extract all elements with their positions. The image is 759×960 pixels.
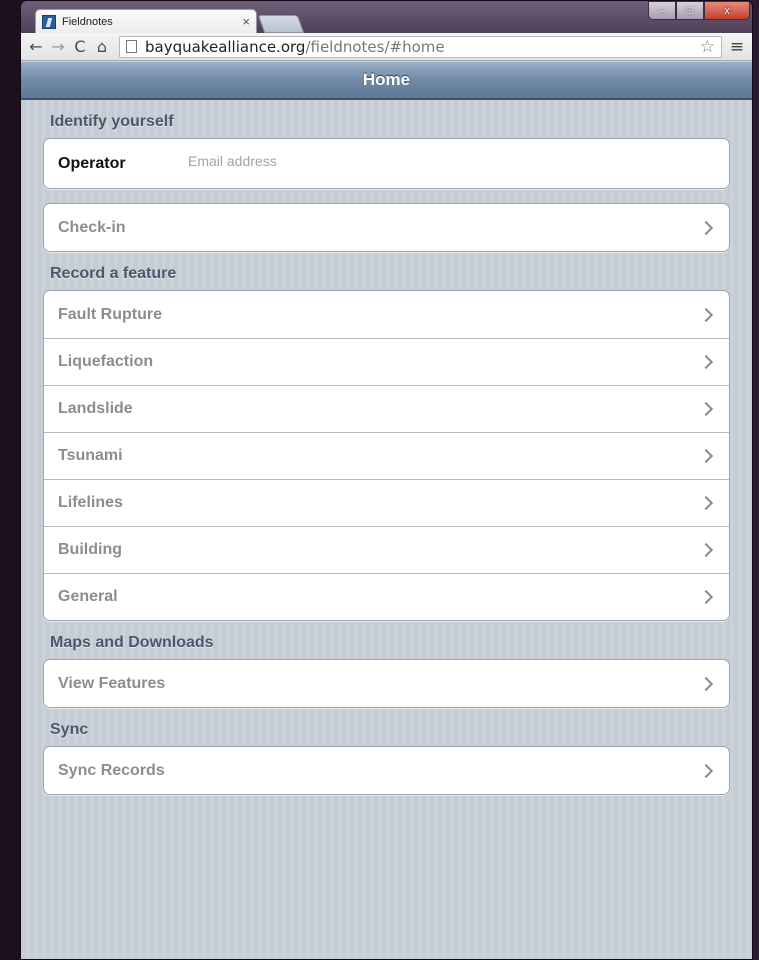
browser-tab[interactable]: Fieldnotes × (35, 9, 257, 33)
operator-row: Operator (44, 139, 729, 188)
chevron-right-icon (698, 307, 714, 322)
page-content: Identify yourself Operator Check-in Reco… (21, 100, 752, 959)
checkin-label: Check-in (58, 218, 126, 236)
checkin-list: Check-in (43, 203, 730, 252)
list-item-general[interactable]: General (44, 573, 729, 620)
email-field[interactable] (188, 152, 715, 169)
minimize-button[interactable]: – (648, 1, 676, 20)
section-record-heading: Record a feature (50, 265, 177, 282)
list-item-label: Sync Records (58, 761, 165, 779)
bookmark-star-icon[interactable]: ☆ (700, 37, 715, 57)
list-item-label: Fault Rupture (58, 305, 162, 323)
browser-toolbar: ← → C ⌂ bayquakealliance.org/fieldnotes/… (21, 33, 752, 61)
tab-title: Fieldnotes (62, 15, 113, 28)
close-window-button[interactable]: x (704, 1, 750, 20)
list-item-view-features[interactable]: View Features (44, 660, 729, 707)
operator-form: Operator (43, 138, 730, 189)
section-sync-heading: Sync (50, 721, 89, 738)
list-item-label: Building (58, 541, 122, 558)
menu-icon[interactable]: ≡ (726, 37, 748, 57)
list-item-label: Lifelines (58, 494, 123, 511)
window-controls: – □ x (648, 1, 750, 20)
record-feature-list: Fault Rupture Liquefaction Landslide Tsu… (43, 290, 730, 621)
list-item-liquefaction[interactable]: Liquefaction (44, 338, 729, 385)
chevron-right-icon (698, 542, 714, 558)
page-header: Home (21, 61, 752, 99)
browser-window: Fieldnotes × – □ x ← → C ⌂ bayquakeallia… (20, 0, 753, 960)
chevron-right-icon (698, 676, 714, 691)
chevron-right-icon (698, 495, 714, 511)
url-host: bayquakealliance.org (145, 37, 306, 56)
back-arrow-icon[interactable]: ← (25, 37, 47, 56)
list-item-lifelines[interactable]: Lifelines (44, 479, 729, 526)
chevron-right-icon (698, 354, 714, 370)
list-item-fault-rupture[interactable]: Fault Rupture (44, 291, 729, 338)
reload-icon[interactable]: C (69, 37, 91, 56)
list-item-label: Landslide (58, 400, 133, 417)
chevron-right-icon (698, 220, 714, 235)
chevron-right-icon (698, 763, 714, 778)
chevron-right-icon (698, 401, 714, 417)
list-item-landslide[interactable]: Landslide (44, 385, 729, 432)
checkin-button[interactable]: Check-in (44, 204, 729, 251)
new-tab-button[interactable] (257, 15, 305, 33)
address-bar[interactable]: bayquakealliance.org/fieldnotes/#home ☆ (119, 35, 722, 58)
section-identify-heading: Identify yourself (50, 113, 174, 130)
maps-list: View Features (43, 659, 730, 708)
tab-close-icon[interactable]: × (242, 14, 250, 29)
list-item-label: View Features (58, 674, 166, 692)
list-item-sync-records[interactable]: Sync Records (44, 747, 729, 794)
page-icon (126, 40, 137, 53)
list-item-label: Tsunami (58, 447, 123, 464)
url-path: /fieldnotes/#home (305, 37, 445, 56)
list-item-label: General (58, 588, 118, 605)
operator-label: Operator (58, 154, 126, 172)
list-item-building[interactable]: Building (44, 526, 729, 573)
sync-list: Sync Records (43, 746, 730, 795)
maximize-button[interactable]: □ (676, 1, 704, 20)
chevron-right-icon (698, 589, 714, 605)
title-bar: Fieldnotes × – □ x (21, 1, 752, 33)
list-item-label: Liquefaction (58, 353, 154, 370)
list-item-tsunami[interactable]: Tsunami (44, 432, 729, 479)
section-maps-heading: Maps and Downloads (50, 634, 214, 651)
chevron-right-icon (698, 448, 714, 464)
home-icon[interactable]: ⌂ (91, 37, 113, 56)
forward-arrow-icon[interactable]: → (47, 37, 69, 56)
fieldnotes-favicon-icon (42, 14, 56, 29)
page-title: Home (362, 70, 411, 89)
